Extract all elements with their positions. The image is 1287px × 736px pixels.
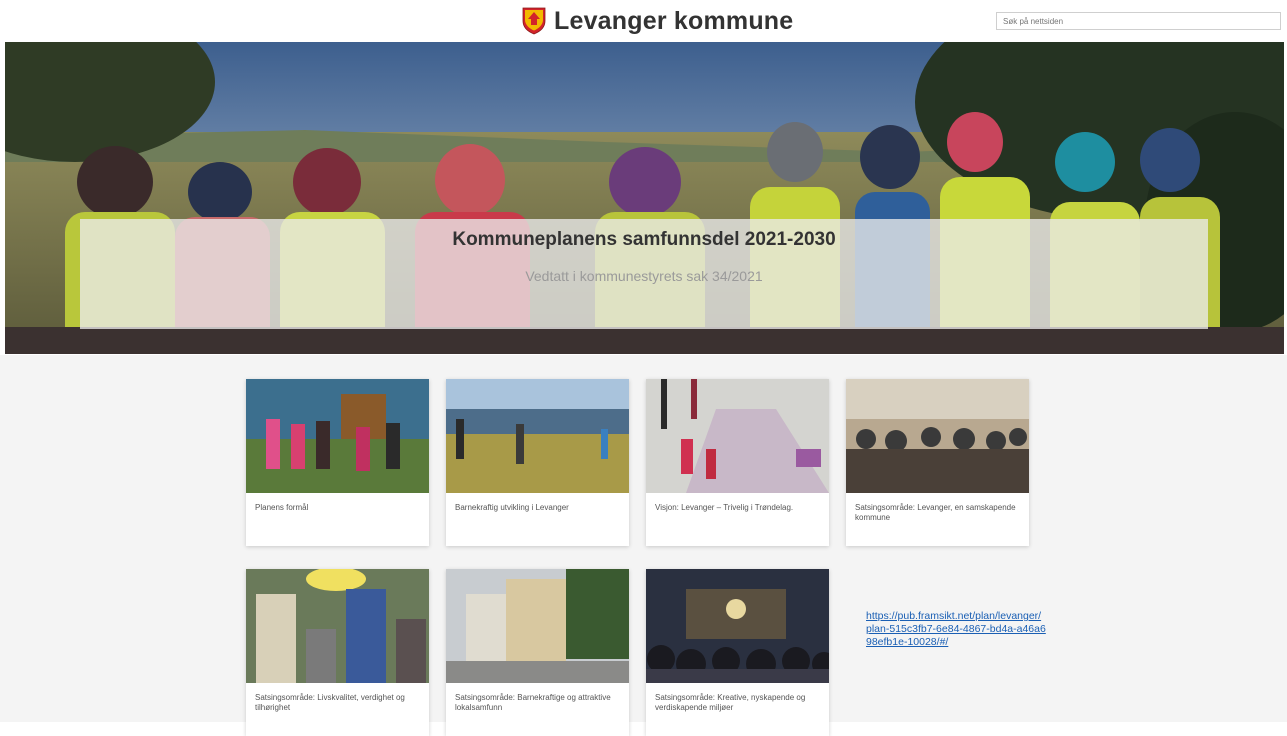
hero-title: Kommuneplanens samfunnsdel 2021-2030 — [452, 229, 836, 250]
card-livskvalitet[interactable]: Satsingsområde: Livskvalitet, verdighet … — [246, 569, 429, 736]
card-label: Satsingsområde: Livskvalitet, verdighet … — [255, 693, 405, 712]
card-label: Satsingsområde: Kreative, nyskapende og … — [655, 693, 806, 712]
card-image — [246, 569, 429, 683]
hero-subtitle: Vedtatt i kommunestyrets sak 34/2021 — [525, 268, 763, 284]
card-barnekraftig-utvikling[interactable]: Barnekraftig utvikling i Levanger — [446, 379, 629, 546]
site-header: Levanger kommune — [0, 0, 1287, 42]
card-image — [646, 569, 829, 683]
card-image — [246, 379, 429, 493]
coat-of-arms-icon — [522, 7, 546, 35]
card-image — [846, 379, 1029, 493]
card-attraktive-lokalsamfunn[interactable]: Satsingsområde: Barnekraftige og attrakt… — [446, 569, 629, 736]
framsikt-link[interactable]: https://pub.framsikt.net/plan/levanger/p… — [866, 610, 1046, 649]
content-area: Planens formål Barnekraftig utvikling i … — [0, 355, 1287, 736]
card-label: Barnekraftig utvikling i Levanger — [455, 503, 569, 512]
search-input[interactable] — [996, 12, 1281, 30]
card-label: Satsingsområde: Barnekraftige og attrakt… — [455, 693, 611, 712]
card-label: Visjon: Levanger – Trivelig i Trøndelag. — [655, 503, 794, 512]
hero-banner: Kommuneplanens samfunnsdel 2021-2030 Ved… — [5, 42, 1284, 354]
card-image — [446, 379, 629, 493]
card-label: Satsingsområde: Levanger, en samskapende… — [855, 503, 1016, 522]
site-logo[interactable]: Levanger kommune — [522, 6, 793, 36]
card-image — [646, 379, 829, 493]
hero-caption-box: Kommuneplanens samfunnsdel 2021-2030 Ved… — [80, 219, 1208, 329]
card-image — [446, 569, 629, 683]
card-samskapende-kommune[interactable]: Satsingsområde: Levanger, en samskapende… — [846, 379, 1029, 546]
site-title: Levanger kommune — [554, 6, 794, 35]
card-visjon[interactable]: Visjon: Levanger – Trivelig i Trøndelag. — [646, 379, 829, 546]
card-planens-formal[interactable]: Planens formål — [246, 379, 429, 546]
card-kreative-miljoer[interactable]: Satsingsområde: Kreative, nyskapende og … — [646, 569, 829, 736]
card-label: Planens formål — [255, 503, 309, 512]
